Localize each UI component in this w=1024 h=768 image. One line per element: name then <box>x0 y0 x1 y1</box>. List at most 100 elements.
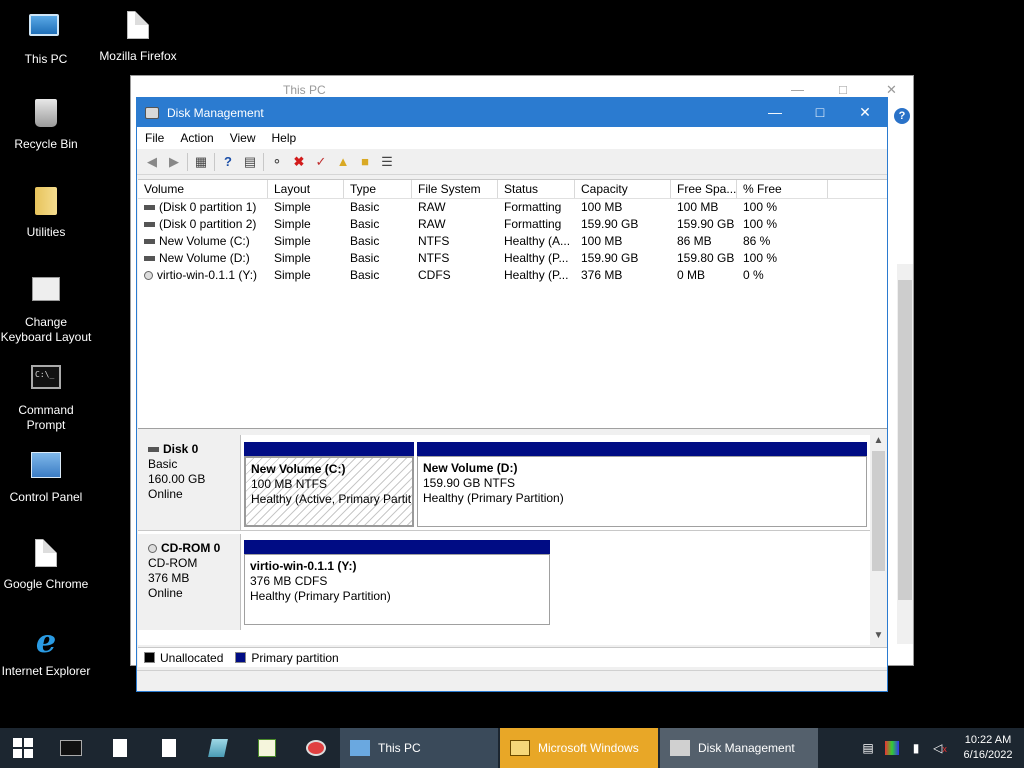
column-header-type[interactable]: Type <box>344 180 412 198</box>
partition-bar <box>244 540 550 554</box>
maximize-button[interactable]: □ <box>797 98 843 127</box>
help-icon[interactable]: ? <box>894 108 910 124</box>
volume-muted-icon[interactable]: ◁x <box>928 741 952 755</box>
terminal-icon: C:\_ <box>29 365 63 399</box>
capacity-cell: 159.90 GB <box>581 251 639 265</box>
table-row[interactable]: New Volume (D:) Simple Basic NTFS Health… <box>138 250 887 267</box>
taskbar-app[interactable] <box>193 728 242 768</box>
desktop-icon-change-keyboard-layout[interactable]: Change Keyboard Layout <box>0 272 92 345</box>
desktop-icon-control-panel[interactable]: Control Panel <box>0 448 92 505</box>
partition-bar <box>244 442 414 456</box>
percent-free-cell: 100 % <box>743 217 778 231</box>
minimize-icon[interactable]: — <box>791 82 804 97</box>
column-header-volume[interactable]: Volume <box>138 180 268 198</box>
scroll-up-icon[interactable]: ▲ <box>870 435 887 446</box>
column-header-capacity[interactable]: Capacity <box>575 180 671 198</box>
partition-bar <box>417 442 867 456</box>
partition-name: New Volume (D:) <box>423 461 518 475</box>
check-icon[interactable]: ✓ <box>310 151 332 173</box>
start-button[interactable] <box>0 728 46 768</box>
connect-icon[interactable]: ⚬ <box>266 151 288 173</box>
close-icon[interactable]: ✕ <box>886 82 897 98</box>
partition-d[interactable]: New Volume (D:) 159.90 GB NTFS Healthy (… <box>417 442 867 527</box>
desktop-icon-command-prompt[interactable]: C:\_ Command Prompt <box>0 360 92 433</box>
scrollbar[interactable] <box>897 264 913 644</box>
back-icon[interactable]: ◀ <box>141 151 163 173</box>
file-icon <box>112 739 127 757</box>
file-icon <box>161 739 176 757</box>
computer-icon <box>350 740 370 756</box>
folder-up-icon[interactable]: ▲ <box>332 151 354 173</box>
type-cell: Basic <box>350 217 380 231</box>
list-view-icon[interactable]: ☰ <box>376 151 398 173</box>
disk-label[interactable]: CD-ROM 0 CD-ROM 376 MB Online <box>138 534 241 630</box>
network-icon[interactable]: ▤ <box>856 741 880 755</box>
disk-management-window[interactable]: Disk Management — □ ✕ File Action View H… <box>136 97 888 692</box>
folder-search-icon[interactable]: ■ <box>354 151 376 173</box>
scroll-down-icon[interactable]: ▼ <box>870 630 887 641</box>
type-cell: Basic <box>350 234 380 248</box>
clock[interactable]: 10:22 AM 6/16/2022 <box>952 733 1024 763</box>
desktop-icon-mozilla-firefox[interactable]: Mozilla Firefox <box>92 8 184 64</box>
desktop-icon-google-chrome[interactable]: Google Chrome <box>0 536 92 592</box>
partition-detail: 159.90 GB NTFS <box>423 476 516 490</box>
delete-icon[interactable]: ✖ <box>288 151 310 173</box>
column-header-free-space[interactable]: Free Spa... <box>671 180 737 198</box>
disk-graphical-view: Disk 0 Basic 160.00 GB Online New Volume… <box>138 435 887 645</box>
free-space-cell: 159.80 GB <box>677 251 735 265</box>
taskbar-task-this-pc[interactable]: This PC <box>340 728 498 768</box>
free-space-cell: 86 MB <box>677 234 712 248</box>
control-panel-icon <box>29 452 63 486</box>
column-header-file-system[interactable]: File System <box>412 180 498 198</box>
taskbar-file[interactable] <box>144 728 193 768</box>
disk-row-disk-0[interactable]: Disk 0 Basic 160.00 GB Online New Volume… <box>138 435 870 531</box>
percent-free-cell: 86 % <box>743 234 771 248</box>
disk-label[interactable]: Disk 0 Basic 160.00 GB Online <box>138 435 241 530</box>
titlebar: Disk Management — □ ✕ <box>137 98 887 127</box>
color-icon[interactable] <box>880 741 904 755</box>
table-row[interactable]: virtio-win-0.1.1 (Y:) Simple Basic CDFS … <box>138 267 887 284</box>
disk-row-cd-rom-0[interactable]: CD-ROM 0 CD-ROM 376 MB Online virtio-win… <box>138 534 870 630</box>
file-system-cell: RAW <box>418 200 446 214</box>
help-icon[interactable]: ? <box>217 151 239 173</box>
status-cell: Healthy (P... <box>504 268 569 282</box>
desktop-icon-utilities[interactable]: Utilities <box>0 184 92 240</box>
table-row[interactable]: New Volume (C:) Simple Basic NTFS Health… <box>138 233 887 250</box>
disk-management-icon <box>670 740 690 756</box>
desktop-icon-recycle-bin[interactable]: Recycle Bin <box>0 96 92 152</box>
forward-icon[interactable]: ▶ <box>163 151 185 173</box>
show-hide-tree-icon[interactable]: ▦ <box>190 151 212 173</box>
cd-drive-icon <box>148 544 157 554</box>
column-header-status[interactable]: Status <box>498 180 575 198</box>
maximize-icon[interactable]: □ <box>839 82 847 97</box>
column-header-percent-free[interactable]: % Free <box>737 180 828 198</box>
disk-view-scrollbar[interactable]: ▲ ▼ <box>870 435 887 645</box>
taskbar-file[interactable] <box>95 728 144 768</box>
file-system-cell: CDFS <box>418 268 451 282</box>
scroll-thumb[interactable] <box>872 451 885 571</box>
taskbar-app[interactable] <box>242 728 291 768</box>
free-space-cell: 159.90 GB <box>677 217 735 231</box>
windows-logo-icon <box>13 738 33 758</box>
desktop-icon-this-pc[interactable]: This PC <box>0 8 92 67</box>
taskbar-app[interactable] <box>291 728 340 768</box>
taskbar-task-disk-management[interactable]: Disk Management <box>660 728 818 768</box>
clock-time: 10:22 AM <box>964 734 1012 746</box>
partition-y[interactable]: virtio-win-0.1.1 (Y:) 376 MB CDFS Health… <box>244 540 550 625</box>
menu-view[interactable]: View <box>222 131 264 145</box>
usb-icon[interactable]: ▮ <box>904 741 928 755</box>
column-header-layout[interactable]: Layout <box>268 180 344 198</box>
partition-status: Healthy (Active, Primary Partit <box>251 492 412 506</box>
menu-action[interactable]: Action <box>172 131 221 145</box>
menu-help[interactable]: Help <box>264 131 305 145</box>
desktop-icon-internet-explorer[interactable]: e Internet Explorer <box>0 624 92 679</box>
table-row[interactable]: (Disk 0 partition 2) Simple Basic RAW Fo… <box>138 216 887 233</box>
taskbar-task-microsoft-windows[interactable]: Microsoft Windows <box>500 728 658 768</box>
menu-file[interactable]: File <box>137 131 172 145</box>
taskbar-cmd[interactable] <box>46 728 95 768</box>
close-button[interactable]: ✕ <box>842 98 888 127</box>
minimize-button[interactable]: — <box>752 98 798 127</box>
partition-c[interactable]: New Volume (C:) 100 MB NTFS Healthy (Act… <box>244 442 414 527</box>
table-row[interactable]: (Disk 0 partition 1) Simple Basic RAW Fo… <box>138 199 887 216</box>
properties-icon[interactable]: ▤ <box>239 151 261 173</box>
